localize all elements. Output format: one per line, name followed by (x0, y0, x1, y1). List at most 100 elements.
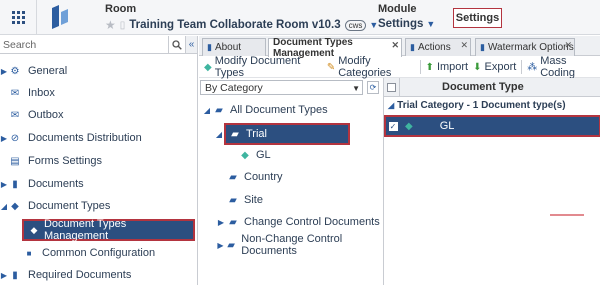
category-view-select[interactable]: By Category ▼ (200, 80, 363, 95)
grid-header: Document Type (384, 77, 600, 97)
tree-node-label: Country (244, 171, 283, 183)
sidebar-item-label: Outbox (28, 109, 64, 121)
chevron-down-icon[interactable]: ▼ (426, 19, 435, 29)
config-icon: ■ (26, 248, 32, 258)
folder-icon: ▰ (227, 239, 235, 251)
export-button[interactable]: ⬇ Export (473, 61, 516, 73)
tab-bar: ▮ About Document Types Management ✕ ▮ Ac… (199, 36, 600, 59)
tree-node-site[interactable]: ▰ Site (216, 190, 263, 210)
sidebar-item-general[interactable]: ▶ ⚙ General (0, 60, 67, 82)
apps-grid-icon (11, 11, 25, 24)
toolbar-divider (419, 60, 421, 74)
table-row[interactable]: ✓ ◆ GL (384, 115, 600, 137)
button-label: Mass Coding (540, 55, 576, 79)
chevron-right-icon[interactable]: ▶ (0, 271, 8, 280)
inbox-icon: ✉ (10, 87, 20, 99)
document-icon: ▮ (410, 42, 415, 52)
chevron-down-icon[interactable]: ▼ (352, 84, 360, 93)
breadcrumb-settings[interactable]: Settings (453, 8, 502, 28)
chevron-down-icon[interactable]: ◢ (388, 101, 394, 110)
toolbar: ◆ Modify Document Types ✎ Modify Categor… (199, 55, 600, 79)
select-all-checkbox[interactable] (387, 82, 396, 92)
sidebar-item-outbox[interactable]: ✉ Outbox (0, 104, 64, 126)
document-icon: ▮ (207, 42, 212, 52)
sidebar-item-document-types-management[interactable]: ◆ Document Types Management (22, 218, 195, 242)
sidebar-item-label: Document Types Management (43, 218, 127, 242)
select-value: By Category (205, 81, 263, 94)
sidebar-item-label: Inbox (28, 87, 55, 99)
chevron-down-icon[interactable]: ▼ (369, 20, 378, 30)
chevron-right-icon[interactable]: ▶ (0, 67, 8, 76)
sidebar-item-inbox[interactable]: ✉ Inbox (0, 82, 55, 104)
row-checkbox[interactable]: ✓ (388, 121, 398, 131)
chevron-down-icon[interactable]: ◢ (202, 106, 212, 115)
folder-icon: ▰ (229, 171, 237, 183)
collapse-sidebar-icon[interactable]: « (185, 36, 197, 53)
room-selector[interactable]: Room ★ ▯ Training Team Collaborate Room … (105, 3, 378, 32)
refresh-icon[interactable]: ⟳ (367, 81, 379, 94)
sidebar-item-document-types[interactable]: ◢ ◆ Document Types (0, 195, 110, 217)
document-icon: ▮ (12, 178, 18, 190)
sidebar-item-label: Forms Settings (28, 155, 102, 167)
chevron-right-icon[interactable]: ▶ (0, 180, 8, 189)
room-name[interactable]: Training Team Collaborate Room v10.3 (129, 19, 340, 31)
room-label: Room (105, 3, 137, 15)
tab-actions[interactable]: ▮ Actions ✕ (405, 38, 471, 56)
button-label: Import (436, 61, 469, 73)
sidebar-item-label: Document Types (28, 200, 111, 212)
form-icon: ▤ (10, 155, 20, 167)
sidebar-item-forms-settings[interactable]: ▤ Forms Settings (0, 150, 102, 172)
module-selector[interactable]: Module Settings ▼ (378, 3, 435, 30)
mass-coding-icon: ⁂ (527, 61, 538, 73)
group-row-trial[interactable]: ◢ Trial Category - 1 Document type(s) (384, 98, 600, 113)
sidebar-item-required-documents[interactable]: ▶ ▮ Required Documents (0, 264, 131, 286)
chevron-right-icon[interactable]: ▶ (216, 218, 226, 227)
chevron-down-icon[interactable]: ◢ (0, 202, 8, 211)
apps-grid-button[interactable] (0, 0, 37, 35)
close-icon[interactable]: ✕ (564, 40, 572, 51)
sidebar-item-documents-distribution[interactable]: ▶ ⊘ Documents Distribution (0, 127, 142, 149)
close-icon[interactable]: ✕ (460, 40, 468, 51)
pencil-icon: ✎ (326, 61, 336, 73)
mass-coding-button[interactable]: ⁂ Mass Coding (527, 55, 595, 79)
tab-label: Actions (417, 42, 451, 53)
modify-document-types-button[interactable]: ◆ Modify Document Types (204, 55, 317, 79)
distribution-icon: ⊘ (10, 132, 20, 144)
document-icon: ▮ (12, 269, 18, 281)
toolbar-divider (521, 60, 523, 74)
search-icon[interactable] (169, 36, 185, 53)
room-badge: cws (344, 19, 367, 31)
close-icon[interactable]: ✕ (391, 40, 399, 51)
top-bar: Room ★ ▯ Training Team Collaborate Room … (0, 0, 600, 35)
tree-node-all-document-types[interactable]: ◢ ▰ All Document Types (202, 100, 328, 120)
module-label: Module (378, 3, 417, 15)
tag-icon: ◆ (204, 61, 212, 73)
tag-icon: ◆ (405, 120, 413, 132)
tree-node-change-control-documents[interactable]: ▶ ▰ Change Control Documents (216, 212, 380, 232)
sidebar-item-common-configuration[interactable]: ■ Common Configuration (22, 242, 156, 264)
tree-node-country[interactable]: ▰ Country (216, 167, 283, 187)
sidebar-item-label: Documents Distribution (28, 132, 142, 144)
sidebar-item-label: General (28, 65, 68, 77)
tab-label: Watermark Options (487, 42, 574, 53)
column-header-document-type[interactable]: Document Type (442, 81, 524, 93)
module-value[interactable]: Settings (378, 18, 423, 30)
tree-node-gl[interactable]: ◆ GL (238, 145, 271, 165)
tree-node-trial[interactable]: ▰ Trial (224, 123, 350, 145)
phone-icon: ▯ (119, 19, 126, 31)
tree-node-label: GL (256, 149, 271, 161)
search-input[interactable] (0, 36, 169, 53)
cell-document-type: GL (439, 120, 455, 132)
chevron-right-icon[interactable]: ▶ (216, 241, 225, 250)
import-button[interactable]: ⬆ Import (426, 61, 469, 73)
star-icon[interactable]: ★ (105, 18, 116, 32)
tree-node-non-change-control-documents[interactable]: ▶ ▰ Non-Change Control Documents (216, 233, 383, 257)
chevron-right-icon[interactable]: ▶ (0, 134, 8, 143)
tab-about[interactable]: ▮ About (202, 38, 266, 56)
modify-categories-button[interactable]: ✎ Modify Categories (327, 55, 415, 79)
button-label: Modify Categories (338, 55, 392, 79)
tab-watermark-options[interactable]: ▮ Watermark Options ✕ (475, 38, 575, 56)
group-label: Trial Category - 1 Document type(s) (397, 100, 566, 111)
sidebar-item-documents[interactable]: ▶ ▮ Documents (0, 173, 84, 195)
chevron-down-icon[interactable]: ◢ (214, 124, 224, 144)
